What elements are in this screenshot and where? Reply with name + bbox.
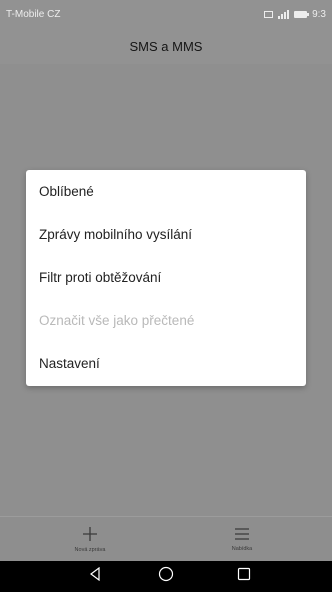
- options-menu: Oblíbené Zprávy mobilního vysílání Filtr…: [26, 170, 306, 386]
- menu-item-settings[interactable]: Nastavení: [26, 342, 306, 385]
- status-bar: T-Mobile CZ 9:3: [0, 0, 332, 28]
- menu-button[interactable]: Nabídka: [182, 517, 302, 561]
- recent-apps-icon: [237, 567, 251, 586]
- back-icon: [88, 566, 102, 586]
- clock: 9:3: [312, 8, 326, 20]
- signal-icon: [278, 9, 290, 19]
- screen: T-Mobile CZ 9:3 SMS a MMS Oblíbené Zpráv…: [0, 0, 332, 592]
- home-button[interactable]: [146, 561, 186, 592]
- recent-apps-button[interactable]: [224, 561, 264, 592]
- navigation-bar: [0, 561, 332, 592]
- menu-item-spam-filter[interactable]: Filtr proti obtěžování: [26, 256, 306, 299]
- menu-item-favorites[interactable]: Oblíbené: [26, 170, 306, 213]
- menu-item-mark-all-read: Označit vše jako přečtené: [39, 313, 195, 328]
- home-icon: [158, 566, 174, 587]
- plus-icon: [82, 526, 98, 545]
- title-bar: SMS a MMS: [0, 28, 332, 64]
- back-button[interactable]: [75, 561, 115, 592]
- carrier-label: T-Mobile CZ: [6, 8, 61, 20]
- hamburger-menu-icon: [234, 526, 250, 544]
- page-title: SMS a MMS: [129, 38, 203, 54]
- battery-icon: [294, 10, 310, 18]
- menu-item-cell-broadcast[interactable]: Zprávy mobilního vysílání: [26, 213, 306, 256]
- new-message-button[interactable]: Nová zpráva: [30, 517, 150, 561]
- status-icons: 9:3: [264, 9, 326, 20]
- sim-icon: [264, 10, 274, 18]
- new-message-label: Nová zpráva: [74, 546, 106, 553]
- bottom-action-bar: Nová zpráva Nabídka: [0, 516, 332, 561]
- menu-label: Nabídka: [231, 546, 253, 552]
